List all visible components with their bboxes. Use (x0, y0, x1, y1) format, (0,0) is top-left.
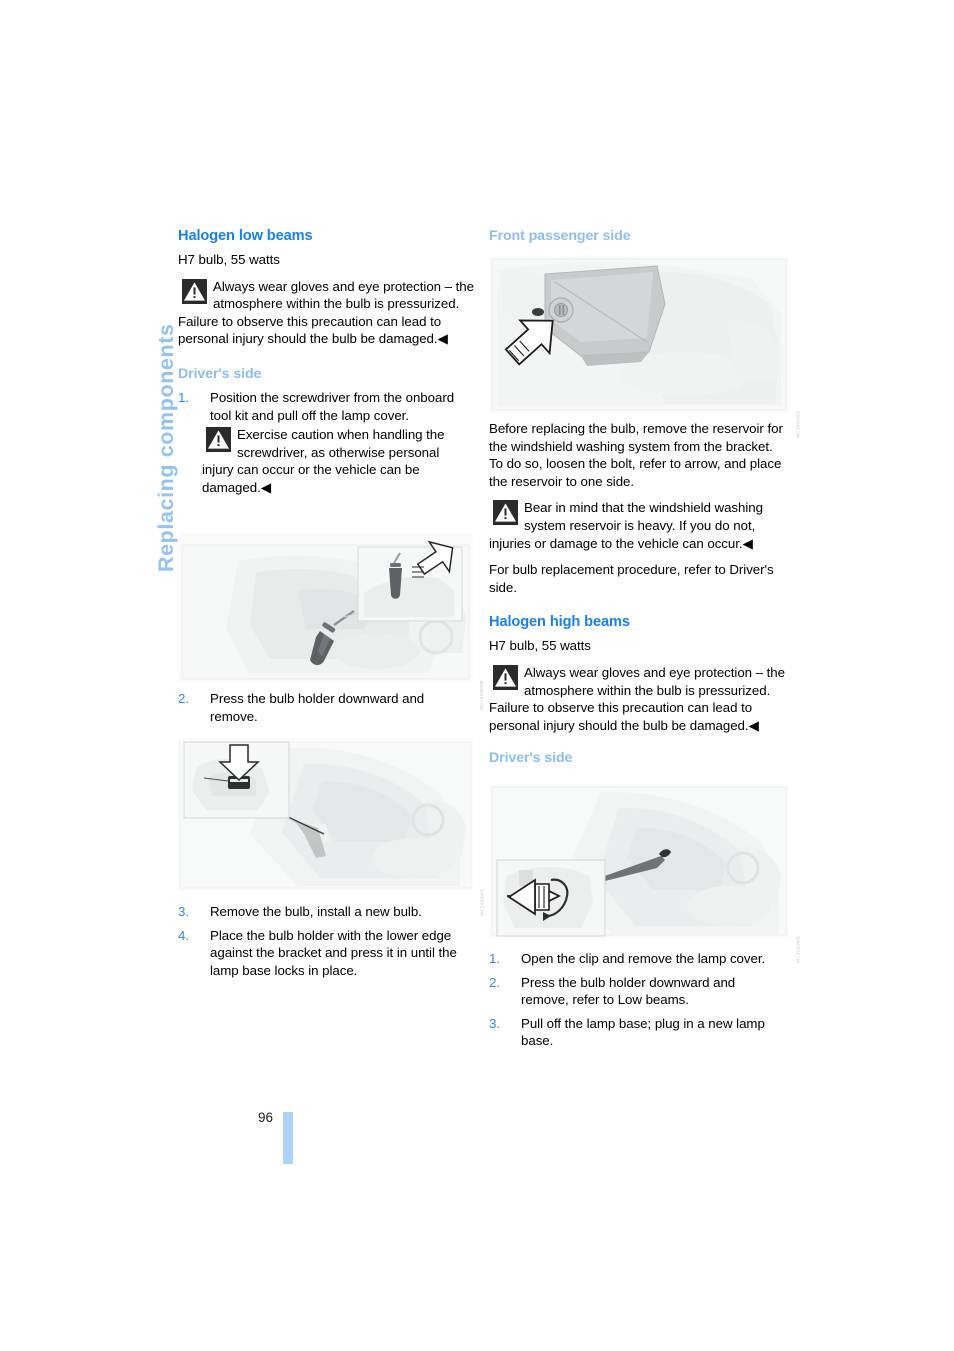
subheading-drivers-side-high: Driver's side (489, 750, 573, 767)
spec-low-beams: H7 bulb, 55 watts (178, 252, 280, 267)
warning-bulb-low-text: Always wear gloves and eye protection – … (178, 278, 474, 347)
end-of-warning-marker: ◀ (437, 331, 448, 347)
warning-triangle-icon (493, 664, 518, 690)
manual-page: Replacing components Halogen low beams H… (0, 0, 954, 1351)
step-2-text: Press the bulb holder downward and remov… (521, 974, 736, 1008)
figure-reference-code: WC2423WS (479, 889, 484, 917)
right-column-steps: Open the clip and remove the lamp cover.… (489, 950, 785, 1060)
left-column: Halogen low beams H7 bulb, 55 watts Alwa… (178, 228, 474, 507)
warning-triangle-icon (493, 500, 518, 526)
warning-bulb-high: Always wear gloves and eye protection – … (489, 664, 785, 734)
figure-reference-code: WC3650WS (795, 411, 800, 439)
end-of-warning-marker: ◀ (748, 717, 759, 733)
warning-screwdriver: Exercise caution when handling the screw… (202, 426, 474, 496)
step-4-text: Place the bulb holder with the lower edg… (210, 927, 457, 978)
warning-screwdriver-text: Exercise caution when handling the screw… (202, 427, 445, 495)
warning-reservoir-text: Bear in mind that the windshield washing… (489, 500, 763, 551)
steps-high-beams: Open the clip and remove the lamp cover.… (489, 950, 785, 1050)
subheading-drivers-side-low: Driver's side (178, 365, 262, 382)
left-column-steps34: Remove the bulb, install a new bulb. Pla… (178, 903, 474, 989)
list-item: Pull off the lamp base; plug in a new la… (489, 1015, 785, 1050)
heading-halogen-low-beams: Halogen low beams (178, 228, 313, 244)
figure-bulb-holder-art (178, 738, 473, 891)
right-column: Front passenger side (489, 228, 785, 251)
figure-high-beam-art (489, 784, 789, 938)
list-item: Open the clip and remove the lamp cover. (489, 950, 785, 968)
figure-washer-reservoir: WC3650WS (489, 256, 800, 438)
figure-screwdriver: WC18005WE (178, 533, 484, 710)
figure-reference-code: WC18005WE (479, 680, 484, 711)
page-number: 96 (258, 1110, 274, 1125)
step-2-text: Press the bulb holder downward and remov… (210, 691, 425, 724)
list-item: Place the bulb holder with the lower edg… (178, 927, 474, 980)
step-3-text: Pull off the lamp base; plug in a new la… (521, 1015, 765, 1049)
step-3-text: Remove the bulb, install a new bulb. (210, 904, 422, 919)
refer-to-drivers-side: For bulb replacement procedure, refer to… (489, 562, 774, 595)
step-1-text: Position the screwdriver from the onboar… (210, 389, 455, 423)
figure-screwdriver-art (178, 533, 473, 682)
warning-triangle-icon (182, 278, 207, 304)
subheading-front-passenger-side: Front passenger side (489, 228, 631, 244)
warning-triangle-icon (206, 427, 231, 453)
warning-bulb-high-text: Always wear gloves and eye protection – … (489, 664, 785, 733)
end-of-warning-marker: ◀ (260, 479, 271, 495)
heading-halogen-high-beams: Halogen high beams (489, 614, 630, 631)
end-of-warning-marker: ◀ (742, 535, 753, 551)
figure-washer-reservoir-art (489, 256, 789, 413)
figure-high-beam: WC3103WS (489, 784, 800, 963)
chapter-rail: Replacing components (118, 220, 178, 580)
spec-high-beams: H7 bulb, 55 watts (489, 638, 591, 654)
list-item: Position the screwdriver from the onboar… (178, 389, 474, 497)
step-1-text: Open the clip and remove the lamp cover. (521, 951, 766, 966)
steps-low-beams-part1: Position the screwdriver from the onboar… (178, 389, 474, 497)
steps-low-beams-part2: Press the bulb holder downward and remov… (178, 690, 474, 725)
list-item: Remove the bulb, install a new bulb. (178, 903, 474, 921)
steps-low-beams-part3: Remove the bulb, install a new bulb. Pla… (178, 903, 474, 979)
chapter-title: Replacing components (154, 323, 178, 572)
figure-bulb-holder: WC2423WS (178, 738, 484, 916)
figure-reference-code: WC3103WS (795, 936, 800, 964)
warning-reservoir: Bear in mind that the windshield washing… (489, 499, 785, 552)
page-number-bar (283, 1112, 293, 1164)
list-item: Press the bulb holder downward and remov… (489, 974, 785, 1009)
reservoir-instruction: Before replacing the bulb, remove the re… (489, 421, 783, 489)
left-column-step2: Press the bulb holder downward and remov… (178, 690, 474, 735)
warning-bulb-low: Always wear gloves and eye protection – … (178, 278, 474, 348)
list-item: Press the bulb holder downward and remov… (178, 690, 474, 725)
right-column-body: Before replacing the bulb, remove the re… (489, 420, 785, 773)
